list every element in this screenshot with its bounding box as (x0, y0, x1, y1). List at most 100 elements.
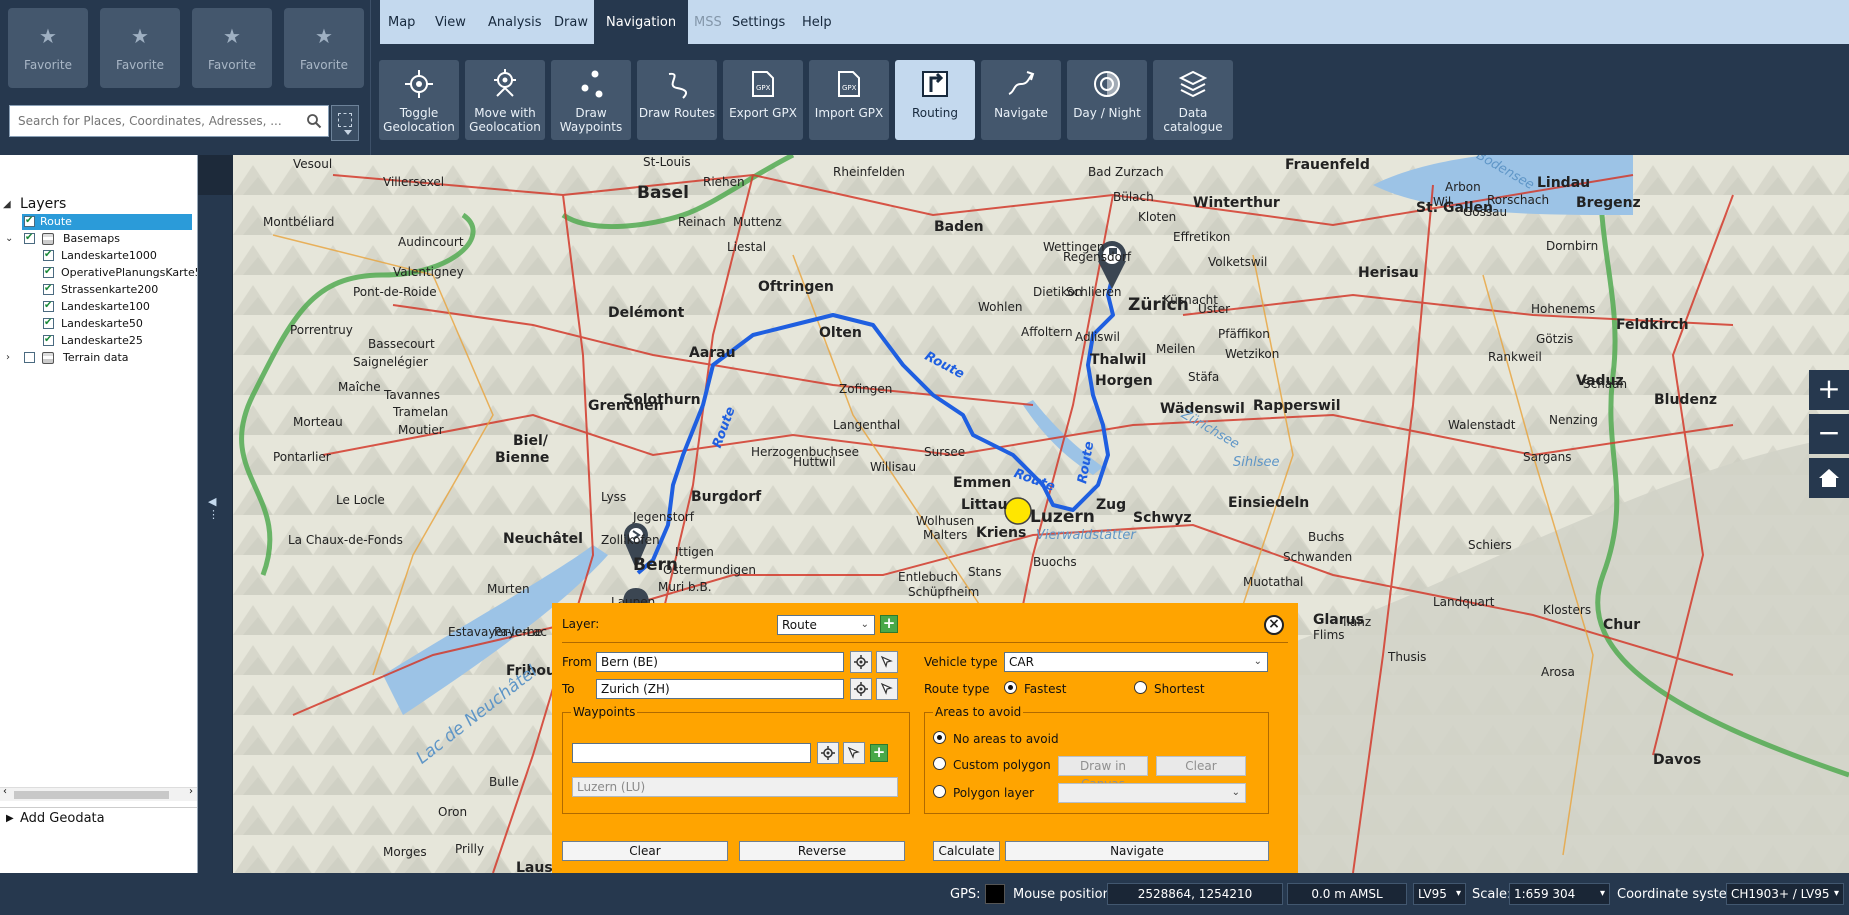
geolocation-icon (405, 70, 433, 98)
town-label: Grenchen (588, 398, 664, 414)
waypoint-marker[interactable] (1004, 497, 1032, 525)
layer-select[interactable]: Route ⌄ (777, 615, 875, 635)
layer-landeskarte50[interactable]: Landeskarte50 (0, 315, 197, 332)
town-label: Effretikon (1173, 230, 1231, 244)
town-label: Willisau (870, 460, 917, 474)
favorite-button-2[interactable]: ★ Favorite (100, 8, 180, 88)
favorite-button-4[interactable]: ★ Favorite (284, 8, 364, 88)
menu-settings[interactable]: Settings (724, 0, 793, 44)
favorite-label: Favorite (24, 58, 72, 72)
clear-button[interactable]: Clear (562, 841, 728, 861)
town-label: La Chaux-de-Fonds (288, 533, 403, 547)
add-waypoint-button[interactable]: + (870, 744, 888, 762)
layer-basemaps[interactable]: ⌄ Basemaps (0, 230, 197, 247)
favorite-button-3[interactable]: ★ Favorite (192, 8, 272, 88)
draw-waypoints-button[interactable]: Draw Waypoints (551, 60, 631, 140)
from-field[interactable]: Bern (BE) (596, 652, 844, 672)
panel-collapse-tab[interactable]: ◀ ⋮ (198, 195, 232, 873)
town-label: Wil (1433, 195, 1452, 209)
layer-checkbox[interactable] (43, 315, 54, 331)
to-pick-button[interactable] (876, 678, 898, 700)
layers-root[interactable]: ◢ Layers (0, 196, 197, 213)
town-label: Winterthur (1193, 195, 1280, 211)
menu-analysis[interactable]: Analysis (480, 0, 550, 44)
layer-checkbox[interactable] (43, 298, 54, 314)
day-night-button[interactable]: Day / Night (1067, 60, 1147, 140)
to-field[interactable]: Zurich (ZH) (596, 679, 844, 699)
menu-help[interactable]: Help (794, 0, 840, 44)
from-pick-button[interactable] (876, 651, 898, 673)
menu-navigation[interactable]: Navigation (594, 0, 689, 44)
layer-checkbox[interactable] (24, 213, 35, 229)
no-areas-radio[interactable] (933, 731, 946, 744)
selection-tool-button[interactable] (331, 105, 359, 141)
layer-strassenkarte200[interactable]: Strassenkarte200 (0, 281, 197, 298)
waypoint-input[interactable] (572, 743, 811, 763)
layer-landeskarte25[interactable]: Landeskarte25 (0, 332, 197, 349)
header-divider (370, 0, 371, 155)
layer-route[interactable]: Route (22, 213, 192, 230)
home-button[interactable] (1809, 458, 1849, 498)
gpx-import-icon: GPX (838, 71, 860, 97)
calculate-button[interactable]: Calculate (933, 841, 1000, 861)
navigate-button[interactable]: Navigate (981, 60, 1061, 140)
vehicle-type-select[interactable]: CAR ⌄ (1004, 652, 1268, 672)
layer-checkbox[interactable] (24, 230, 35, 246)
data-catalogue-button[interactable]: Data catalogue (1153, 60, 1233, 140)
search-input[interactable] (10, 106, 300, 136)
zoom-in-button[interactable]: + (1809, 370, 1849, 410)
import-gpx-button[interactable]: GPX Import GPX (809, 60, 889, 140)
search-icon[interactable] (306, 113, 322, 129)
to-geolocate-button[interactable] (850, 678, 872, 700)
fastest-radio[interactable] (1004, 681, 1017, 694)
layer-checkbox[interactable] (43, 265, 54, 280)
coordinate-system-select[interactable]: CH1903+ / LV95 ▾ (1726, 883, 1844, 905)
layer-landeskarte1000[interactable]: Landeskarte1000 (0, 247, 197, 264)
layer-checkbox[interactable] (24, 352, 35, 363)
move-with-geolocation-button[interactable]: Move with Geolocation (465, 60, 545, 140)
layer-terrain-data[interactable]: › Terrain data (0, 350, 197, 366)
layer-landeskarte100[interactable]: Landeskarte100 (0, 298, 197, 315)
town-label: Zollikofen (601, 533, 660, 547)
export-gpx-button[interactable]: GPX Export GPX (723, 60, 803, 140)
altitude-value: 0.0 m AMSL (1287, 883, 1407, 905)
waypoint-list-item[interactable]: Luzern (LU) (572, 777, 898, 797)
from-geolocate-button[interactable] (850, 651, 872, 673)
scroll-right-icon[interactable]: › (189, 786, 193, 797)
favorite-button-1[interactable]: ★ Favorite (8, 8, 88, 88)
town-label: Thusis (1388, 650, 1427, 664)
layer-operativeplanungskarte[interactable]: OperativePlanungsKarte5 (0, 265, 197, 281)
layer-checkbox[interactable] (43, 281, 54, 297)
layer-checkbox[interactable] (43, 332, 54, 348)
vehicle-type-label: Vehicle type (924, 655, 998, 669)
draw-routes-button[interactable]: Draw Routes (637, 60, 717, 140)
toggle-geolocation-button[interactable]: Toggle Geolocation (379, 60, 459, 140)
navigate-button[interactable]: Navigate (1005, 841, 1269, 861)
layer-label: OperativePlanungsKarte5 (61, 266, 197, 279)
town-label: Arosa (1541, 665, 1575, 679)
menu-view[interactable]: View (427, 0, 474, 44)
custom-polygon-radio[interactable] (933, 757, 946, 770)
zoom-out-button[interactable]: − (1809, 414, 1849, 454)
layer-checkbox[interactable] (43, 247, 54, 263)
waypoint-geolocate-button[interactable] (817, 742, 839, 764)
add-layer-button[interactable]: + (880, 615, 898, 633)
scroll-left-icon[interactable]: ‹ (3, 786, 7, 797)
add-geodata-section[interactable]: ▶ Add Geodata (0, 807, 197, 829)
crs-short-select[interactable]: LV95 ▾ (1413, 883, 1466, 905)
menu-map[interactable]: Map (380, 0, 423, 44)
town-label: Affoltern (1021, 325, 1073, 339)
town-label: Riehen (703, 175, 745, 189)
shortest-radio[interactable] (1134, 681, 1147, 694)
layers-horizontal-scrollbar[interactable]: ‹ › (0, 786, 197, 801)
scale-select[interactable]: 1:659 304 ▾ (1509, 883, 1610, 905)
close-icon[interactable]: × (1264, 615, 1284, 635)
reverse-button[interactable]: Reverse (739, 841, 905, 861)
town-label: Buochs (1033, 555, 1077, 569)
crs-short-value: LV95 (1418, 887, 1447, 901)
waypoint-pick-button[interactable] (843, 742, 865, 764)
polygon-layer-radio[interactable] (933, 785, 946, 798)
scroll-thumb[interactable] (14, 791, 169, 799)
routing-button[interactable]: Routing (895, 60, 975, 140)
menu-draw[interactable]: Draw (546, 0, 596, 44)
